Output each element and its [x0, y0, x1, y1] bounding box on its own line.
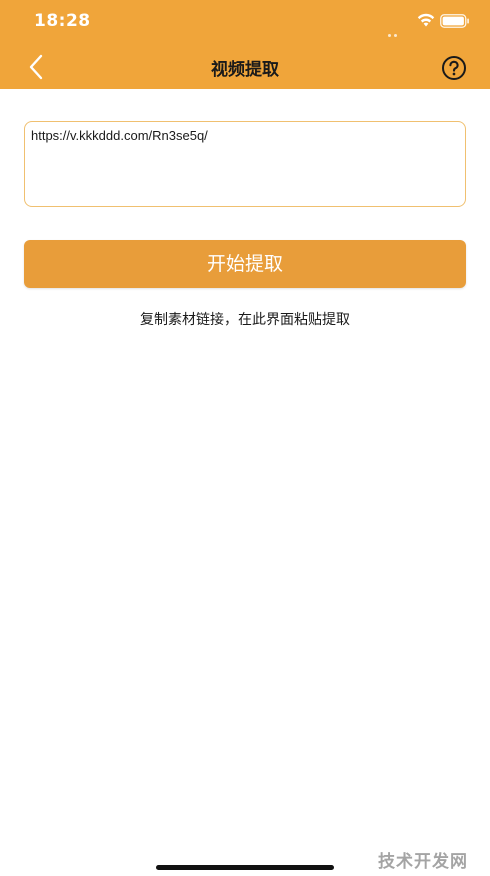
signal-icon	[388, 22, 412, 37]
header-bar: 18:28 视频提取	[0, 0, 490, 89]
url-input-box: https://v.kkkddd.com/Rn3se5q/	[24, 121, 466, 207]
start-extract-button[interactable]: 开始提取	[24, 240, 466, 288]
watermark-text: 技术开发网	[378, 852, 468, 872]
wifi-icon	[417, 13, 435, 27]
page-title: 视频提取	[211, 60, 279, 80]
battery-icon	[440, 14, 469, 28]
status-time: 18:28	[34, 11, 91, 31]
nav-bar: 视频提取	[0, 44, 490, 89]
home-indicator[interactable]	[156, 865, 334, 870]
phone-screen: 18:28 视频提取 https://v.kkkddd.com/Rn3se5q/…	[0, 0, 490, 876]
hint-text: 复制素材链接，在此界面粘贴提取	[140, 312, 350, 328]
status-bar: 18:28	[0, 0, 490, 44]
help-circle-icon[interactable]	[441, 55, 467, 81]
url-input[interactable]: https://v.kkkddd.com/Rn3se5q/	[31, 128, 459, 200]
